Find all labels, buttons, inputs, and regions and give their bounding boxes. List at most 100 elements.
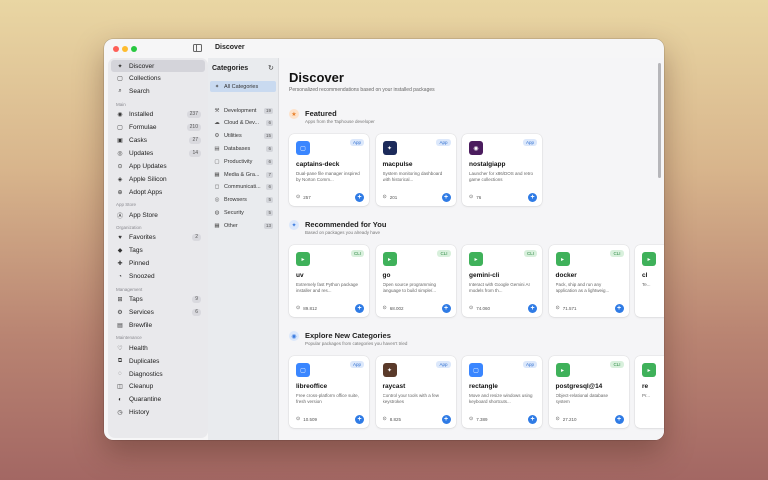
media-icon: ▦ <box>214 171 220 178</box>
category-browsers[interactable]: ◎ Browsers 5 <box>210 195 276 206</box>
sidebar-item-quarantine[interactable]: ◐ Quarantine <box>111 394 205 406</box>
sidebar-toggle-icon[interactable] <box>193 44 202 52</box>
sidebar-item-label: Discover <box>129 62 155 70</box>
package-name: libreoffice <box>296 383 328 390</box>
package-card[interactable]: ▢ App captains-deck Dual-pane file manager … <box>289 134 369 206</box>
category-label: Cloud & Dev... <box>224 120 260 127</box>
category-communicati[interactable]: ◻ Communicati... 6 <box>210 182 276 193</box>
category-label: Other <box>224 222 238 229</box>
package-card[interactable]: ▸ CLI gemini-cli Interact with Google Gemin… <box>462 245 542 317</box>
sidebar-item-app-store[interactable]: Ⓐ App Store <box>111 209 205 221</box>
close-window-button[interactable] <box>113 46 119 52</box>
sidebar-item-adopt-apps[interactable]: ⊕ Adopt Apps <box>111 186 205 198</box>
install-plus-button[interactable]: + <box>614 304 624 313</box>
sidebar-item-collections[interactable]: ▢ Collections <box>111 73 205 85</box>
sidebar-item-snoozed[interactable]: ◔ Snoozed <box>111 271 205 283</box>
download-count: ⊙ 71.571 <box>556 305 577 311</box>
install-plus-button[interactable]: + <box>441 304 451 313</box>
package-card[interactable]: ▸ CLI docker Pack, ship and run any applica… <box>548 245 629 317</box>
category-label: Communicati... <box>224 184 261 191</box>
sidebar-item-tags[interactable]: ◆ Tags <box>111 245 205 257</box>
sidebar-item-apple-silicon[interactable]: ◈ Apple Silicon <box>111 173 205 185</box>
install-plus-button[interactable]: + <box>528 304 537 313</box>
package-card[interactable]: ▢ App libreoffice Free cross-platform offic… <box>289 356 369 428</box>
sidebar-item-label: Diagnostics <box>129 370 163 378</box>
category-count: 15 <box>263 133 273 140</box>
sidebar-item-label: Adopt Apps <box>129 188 163 196</box>
package-description: Launcher for x86/DOS and retro game coll… <box>469 171 534 182</box>
sidebar-item-search[interactable]: ⌕ Search <box>111 86 205 98</box>
category-cloud-dev[interactable]: ☁ Cloud & Dev... 6 <box>210 118 276 129</box>
app-updates-icon: ⊙ <box>117 163 123 170</box>
sparkles-icon: ✦ <box>117 63 123 70</box>
category-count: 13 <box>263 222 273 229</box>
package-card[interactable]: ▸ cl Te... <box>635 245 664 317</box>
sidebar-item-pinned[interactable]: ✚ Pinned <box>111 258 205 270</box>
category-label: Media & Gra... <box>224 171 260 178</box>
package-card[interactable]: ▸ CLI uv Extremely fast Python package inst… <box>289 245 369 317</box>
services-icon: ⚙ <box>117 309 123 316</box>
sidebar-item-services[interactable]: ⚙ Services 6 <box>111 306 205 318</box>
sidebar-item-favorites[interactable]: ♥ Favorites 2 <box>111 232 205 244</box>
diagnostics-icon: ◌ <box>118 371 122 377</box>
category-utilities[interactable]: ⚙ Utilities 15 <box>210 131 276 142</box>
package-description: Pack, ship and run any application as a … <box>555 282 610 293</box>
package-card[interactable]: ◉ App nostalgiapp Launcher for x86/DOS and … <box>462 134 542 206</box>
refresh-icon[interactable]: ↻ <box>268 64 274 72</box>
sidebar-item-brewfile[interactable]: ▤ Brewfile <box>111 319 205 331</box>
category-other[interactable]: ▦ Other 13 <box>210 220 276 231</box>
install-plus-button[interactable]: + <box>441 415 451 424</box>
package-card[interactable]: ▢ App rectangle Move and resize windows usi… <box>462 356 542 428</box>
install-plus-button[interactable]: + <box>528 193 537 202</box>
category-security[interactable]: ◍ Security 5 <box>210 207 276 218</box>
download-value: 10.509 <box>303 416 317 422</box>
download-count: ⊙ 7.389 <box>469 416 487 422</box>
sidebar-item-app-updates[interactable]: ⊙ App Updates <box>111 160 205 172</box>
category-productivity[interactable]: ▢ Productivity 6 <box>210 156 276 167</box>
window-title: Discover <box>215 44 245 51</box>
package-icon: ✦ <box>382 141 397 155</box>
package-card[interactable]: ✦ App raycast Control your tools with a few… <box>375 356 456 428</box>
install-plus-button[interactable]: + <box>614 415 624 424</box>
minimize-window-button[interactable] <box>122 46 128 52</box>
sidebar-item-formulae[interactable]: ▢ Formulae 210 <box>111 122 205 134</box>
arrow-up-circle-icon: ◎ <box>117 150 123 157</box>
install-plus-button[interactable]: + <box>355 193 364 202</box>
sidebar-item-updates[interactable]: ◎ Updates 14 <box>111 147 205 159</box>
install-plus-button[interactable]: + <box>355 304 364 313</box>
sidebar-item-health[interactable]: ♡ Health <box>111 342 205 354</box>
category-development[interactable]: ⚒ Development 19 <box>210 105 276 116</box>
package-card[interactable]: ▸ CLI postgresql@14 Object-relational datab… <box>548 356 629 428</box>
package-icon: ▸ <box>642 252 656 266</box>
scrollbar[interactable] <box>658 63 661 178</box>
sidebar-item-taps[interactable]: ⊞ Taps 9 <box>111 294 205 306</box>
category-databases[interactable]: ▤ Databases 6 <box>210 143 276 154</box>
download-value: 27.210 <box>562 416 577 422</box>
collections-icon: ▢ <box>117 76 123 83</box>
sidebar-item-duplicates[interactable]: ⧉ Duplicates <box>111 355 205 367</box>
type-badge: CLI <box>437 250 451 257</box>
download-value: 68.002 <box>389 305 404 311</box>
sidebar-item-installed[interactable]: ◉ Installed 237 <box>111 109 205 121</box>
category-media-gra[interactable]: ▦ Media & Gra... 7 <box>210 169 276 180</box>
category-label: Productivity <box>224 158 253 165</box>
download-value: 74.060 <box>476 305 490 311</box>
check-circle-icon: ◉ <box>117 112 123 119</box>
zoom-window-button[interactable] <box>131 46 137 52</box>
category-all-categories[interactable]: ✦ All Categories <box>210 81 276 92</box>
package-card[interactable]: ✦ App macpulse System monitoring dashboard … <box>375 134 456 206</box>
categories-title: Categories <box>212 65 249 72</box>
category-count: 5 <box>266 197 273 204</box>
install-plus-button[interactable]: + <box>528 415 537 424</box>
sidebar-item-cleanup[interactable]: ◫ Cleanup <box>111 381 205 393</box>
package-card[interactable]: ▸ re Pr... <box>635 356 664 428</box>
package-card[interactable]: ▸ CLI go Open source programming language t… <box>375 245 456 317</box>
sidebar-section-maintenance: Maintenance <box>116 335 142 341</box>
sidebar-item-discover[interactable]: ✦ Discover <box>111 60 205 72</box>
sidebar-item-history[interactable]: ◷ History <box>111 407 205 419</box>
sidebar-item-diagnostics[interactable]: ◌ Diagnostics <box>111 368 205 380</box>
cloud-icon: ☁ <box>214 120 220 127</box>
install-plus-button[interactable]: + <box>441 193 451 202</box>
sidebar-item-casks[interactable]: ▣ Casks 27 <box>111 135 205 147</box>
install-plus-button[interactable]: + <box>355 415 364 424</box>
